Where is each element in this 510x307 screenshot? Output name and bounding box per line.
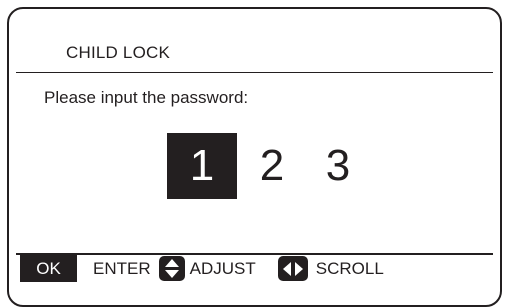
password-prompt: Please input the password: [44, 88, 249, 107]
scroll-label: SCROLL [315, 258, 384, 278]
enter-label: ENTER [93, 258, 151, 278]
password-digits: 1 2 3 [167, 133, 371, 199]
key-hint-bar: OK ENTER ADJUST SCROLL [20, 255, 384, 282]
password-digit-2[interactable]: 2 [239, 133, 305, 199]
title-divider [16, 72, 493, 73]
left-right-arrows-icon[interactable] [277, 256, 308, 281]
password-digit-1[interactable]: 1 [167, 133, 237, 199]
password-digit-3[interactable]: 3 [305, 133, 371, 199]
ok-button[interactable]: OK [20, 255, 77, 282]
page-title: CHILD LOCK [66, 43, 171, 62]
up-down-arrows-icon[interactable] [158, 256, 185, 281]
adjust-label: ADJUST [189, 258, 256, 278]
